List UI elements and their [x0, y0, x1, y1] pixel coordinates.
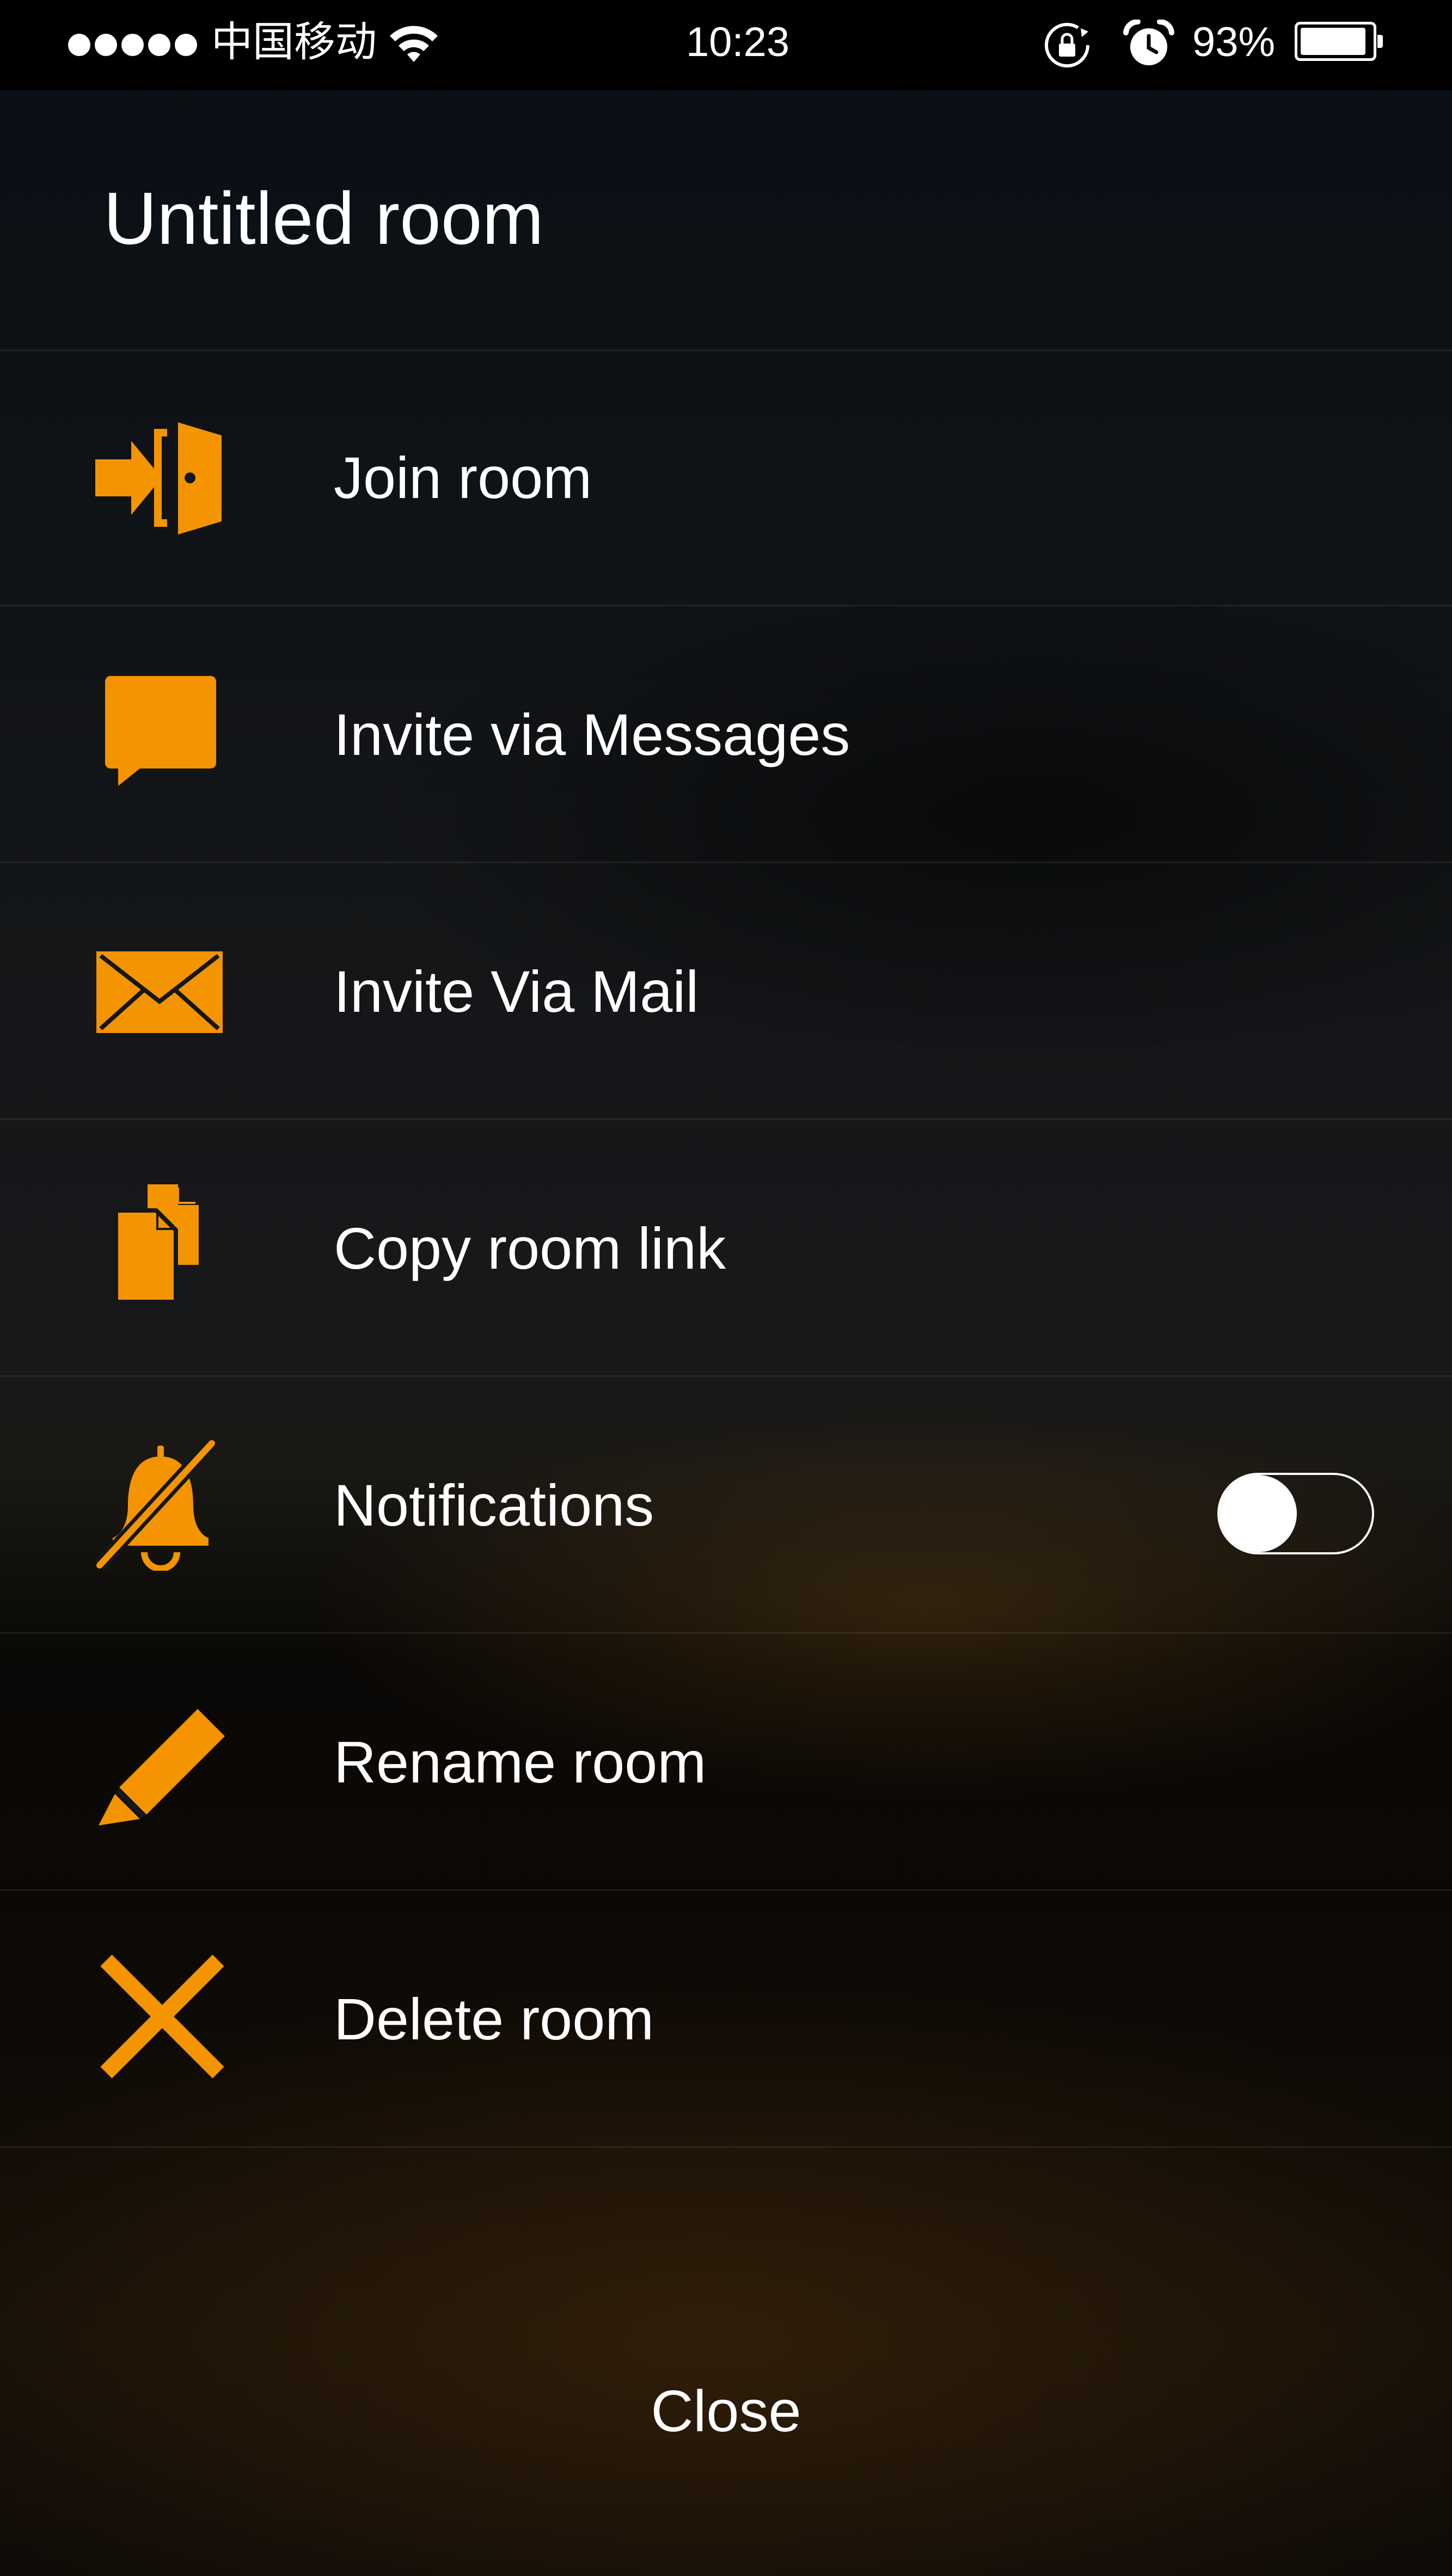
close-button[interactable]: Close [0, 2329, 1452, 2493]
toggle-knob [1220, 1475, 1297, 1552]
pencil-icon [95, 1697, 231, 1828]
copy-room-link-label: Copy room link [334, 1215, 726, 1281]
invite-via-mail-button[interactable]: Invite Via Mail [0, 863, 1452, 1120]
wifi-icon [388, 19, 440, 64]
delete-room-label: Delete room [334, 1986, 654, 2052]
copy-documents-icon [95, 1183, 231, 1314]
mail-envelope-icon [95, 926, 231, 1057]
delete-room-button[interactable]: Delete room [0, 1891, 1452, 2148]
carrier-name: 中国移动 [211, 19, 377, 65]
signal-dots-icon [68, 34, 197, 57]
status-bar: 中国移动 10:23 93% [0, 0, 1452, 90]
battery-percent: 93% [1192, 19, 1276, 65]
close-x-icon [95, 1954, 231, 2085]
notifications-toggle[interactable] [1217, 1473, 1374, 1554]
invite-via-messages-button[interactable]: Invite via Messages [0, 606, 1452, 863]
clock-time: 10:23 [686, 19, 790, 65]
notifications-row: Notifications [0, 1377, 1452, 1634]
alarm-icon [1123, 19, 1175, 70]
rotation-lock-icon [1043, 21, 1092, 70]
room-options-menu: Join room Invite via Messages Invite Via… [0, 349, 1452, 2148]
battery-icon [1295, 22, 1384, 61]
enter-door-icon [95, 413, 231, 543]
room-options-screen: 中国移动 10:23 93% Untitled room Join room I… [0, 0, 1452, 2576]
copy-room-link-button[interactable]: Copy room link [0, 1120, 1452, 1377]
rename-room-label: Rename room [334, 1729, 707, 1795]
bell-off-icon [95, 1440, 231, 1571]
join-room-label: Join room [334, 445, 592, 511]
battery-fill [1301, 28, 1365, 55]
rename-room-button[interactable]: Rename room [0, 1634, 1452, 1891]
notifications-label: Notifications [334, 1472, 654, 1538]
invite-via-messages-label: Invite via Messages [334, 702, 850, 767]
invite-via-mail-label: Invite Via Mail [334, 958, 699, 1024]
join-room-button[interactable]: Join room [0, 349, 1452, 606]
room-title: Untitled room [103, 177, 544, 260]
room-header: Untitled room [0, 90, 1452, 351]
message-bubble-icon [95, 669, 231, 800]
